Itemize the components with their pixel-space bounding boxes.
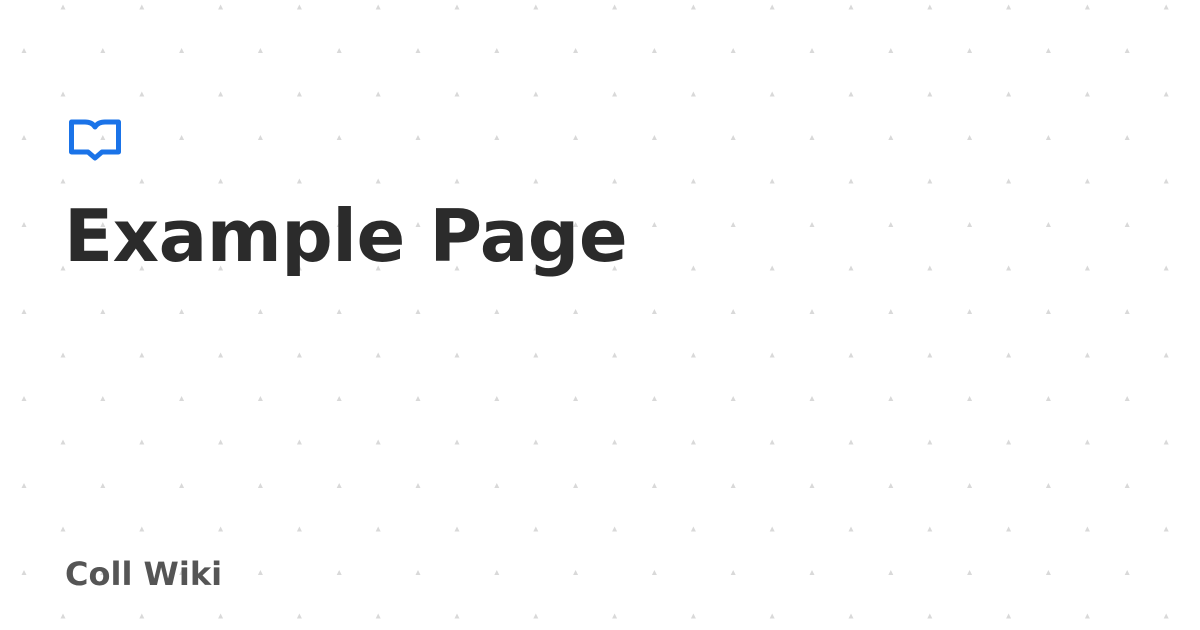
page-title: Example Page xyxy=(64,194,628,278)
social-preview-card: Example Page Coll Wiki xyxy=(0,0,1200,630)
book-icon-shape xyxy=(69,119,121,161)
book-icon xyxy=(68,118,122,162)
site-name: Coll Wiki xyxy=(65,555,223,593)
dot-pattern-background xyxy=(21,4,1169,619)
